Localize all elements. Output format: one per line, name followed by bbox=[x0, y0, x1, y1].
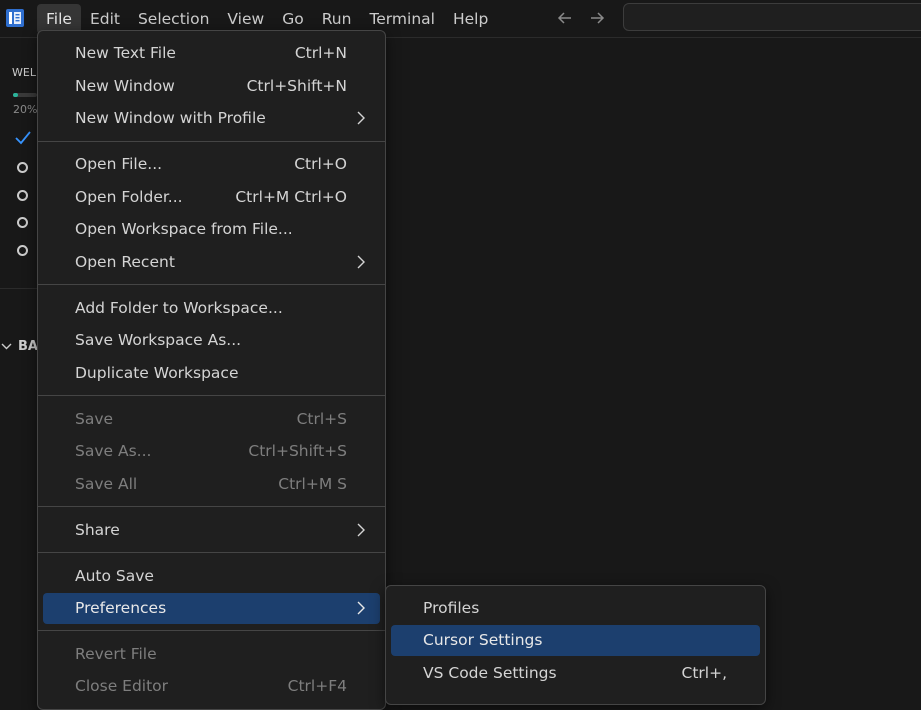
menu-item-label: Revert File bbox=[75, 645, 157, 663]
section-header[interactable]: BA bbox=[18, 339, 38, 354]
step-circle-icon[interactable] bbox=[17, 217, 28, 228]
menu-item-label: Add Folder to Workspace... bbox=[75, 299, 283, 317]
menu-item-new-window[interactable]: New Window Ctrl+Shift+N bbox=[43, 71, 380, 102]
chevron-right-icon bbox=[357, 523, 365, 537]
menu-item-label: Duplicate Workspace bbox=[75, 364, 239, 382]
menu-item-shortcut: Ctrl+, bbox=[681, 664, 728, 682]
menu-item-duplicate-workspace[interactable]: Duplicate Workspace bbox=[43, 358, 380, 389]
menu-item-open-file[interactable]: Open File... Ctrl+O bbox=[43, 149, 380, 180]
menu-item-open-recent[interactable]: Open Recent bbox=[43, 247, 380, 278]
menu-item-shortcut: Ctrl+Shift+N bbox=[246, 77, 347, 95]
menu-item-shortcut: Ctrl+M Ctrl+O bbox=[235, 188, 347, 206]
menu-item-save-as: Save As... Ctrl+Shift+S bbox=[43, 436, 380, 467]
menu-separator bbox=[38, 630, 385, 631]
menu-item-revert-file: Revert File bbox=[43, 639, 380, 670]
file-menu: New Text File Ctrl+N New Window Ctrl+Shi… bbox=[37, 30, 386, 710]
menu-item-shortcut: Ctrl+S bbox=[296, 410, 347, 428]
menu-item-label: Save bbox=[75, 410, 114, 428]
sidebar-divider bbox=[0, 288, 37, 289]
menu-item-save: Save Ctrl+S bbox=[43, 404, 380, 435]
menu-item-new-window-with-profile[interactable]: New Window with Profile bbox=[43, 103, 380, 134]
step-circle-icon[interactable] bbox=[17, 190, 28, 201]
menu-item-close-editor: Close Editor Ctrl+F4 bbox=[43, 671, 380, 702]
chevron-right-icon bbox=[357, 111, 365, 125]
menu-item-shortcut: Ctrl+N bbox=[294, 44, 347, 62]
menu-item-label: Preferences bbox=[75, 599, 167, 617]
menu-item-shortcut: Ctrl+O bbox=[294, 155, 347, 173]
menu-item-label: Auto Save bbox=[75, 567, 154, 585]
progress-fill bbox=[13, 93, 18, 97]
menu-item-label: Cursor Settings bbox=[423, 631, 543, 649]
chevron-right-icon bbox=[357, 255, 365, 269]
step-circle-icon[interactable] bbox=[17, 162, 28, 173]
menu-item-shortcut: Ctrl+Shift+S bbox=[248, 442, 347, 460]
menu-item-label: Save As... bbox=[75, 442, 152, 460]
menu-item-label: Open Recent bbox=[75, 253, 175, 271]
menu-item-label: Open File... bbox=[75, 155, 163, 173]
sidebar: WEL 20% BA bbox=[0, 39, 38, 691]
chevron-right-icon bbox=[357, 601, 365, 615]
editor-logo-icon[interactable] bbox=[5, 8, 25, 28]
menu-help[interactable]: Help bbox=[444, 4, 497, 34]
menu-item-label: New Window with Profile bbox=[75, 109, 266, 127]
menu-item-label: Share bbox=[75, 521, 120, 539]
menu-item-auto-save[interactable]: Auto Save bbox=[43, 561, 380, 592]
menu-item-add-folder[interactable]: Add Folder to Workspace... bbox=[43, 293, 380, 324]
menu-separator bbox=[38, 141, 385, 142]
step-circle-icon[interactable] bbox=[17, 245, 28, 256]
menu-separator bbox=[38, 552, 385, 553]
menu-item-cursor-settings[interactable]: Cursor Settings bbox=[391, 625, 760, 656]
progress-label: 20% bbox=[13, 103, 38, 116]
arrow-right-icon[interactable] bbox=[588, 9, 606, 27]
command-center-search[interactable] bbox=[623, 3, 921, 31]
check-icon bbox=[15, 131, 31, 145]
menu-separator bbox=[38, 395, 385, 396]
menu-item-save-all: Save All Ctrl+M S bbox=[43, 469, 380, 500]
menu-item-label: Open Workspace from File... bbox=[75, 220, 293, 238]
menu-item-label: Profiles bbox=[423, 599, 480, 617]
menu-item-shortcut: Ctrl+F4 bbox=[287, 677, 347, 695]
menu-item-label: VS Code Settings bbox=[423, 664, 557, 682]
menu-item-preferences[interactable]: Preferences bbox=[43, 593, 380, 624]
preferences-submenu: Profiles Cursor Settings VS Code Setting… bbox=[385, 585, 766, 705]
menu-item-profiles[interactable]: Profiles bbox=[391, 593, 760, 624]
menu-item-label: Open Folder... bbox=[75, 188, 183, 206]
chevron-down-icon[interactable] bbox=[0, 340, 13, 353]
menu-item-label: Save All bbox=[75, 475, 138, 493]
menu-item-share[interactable]: Share bbox=[43, 515, 380, 546]
menu-item-open-folder[interactable]: Open Folder... Ctrl+M Ctrl+O bbox=[43, 182, 380, 213]
menu-item-open-workspace[interactable]: Open Workspace from File... bbox=[43, 214, 380, 245]
menu-separator bbox=[38, 284, 385, 285]
menu-item-label: Save Workspace As... bbox=[75, 331, 242, 349]
menu-item-label: Close Editor bbox=[75, 677, 169, 695]
menu-item-new-text-file[interactable]: New Text File Ctrl+N bbox=[43, 38, 380, 69]
walkthrough-title: WEL bbox=[12, 66, 36, 79]
walkthrough-progress-bar bbox=[13, 93, 37, 97]
menu-item-shortcut: Ctrl+M S bbox=[278, 475, 347, 493]
menu-item-label: New Window bbox=[75, 77, 175, 95]
menu-separator bbox=[38, 506, 385, 507]
arrow-left-icon[interactable] bbox=[556, 9, 574, 27]
menu-item-save-workspace-as[interactable]: Save Workspace As... bbox=[43, 325, 380, 356]
menu-item-vscode-settings[interactable]: VS Code Settings Ctrl+, bbox=[391, 658, 760, 689]
menu-item-label: New Text File bbox=[75, 44, 176, 62]
